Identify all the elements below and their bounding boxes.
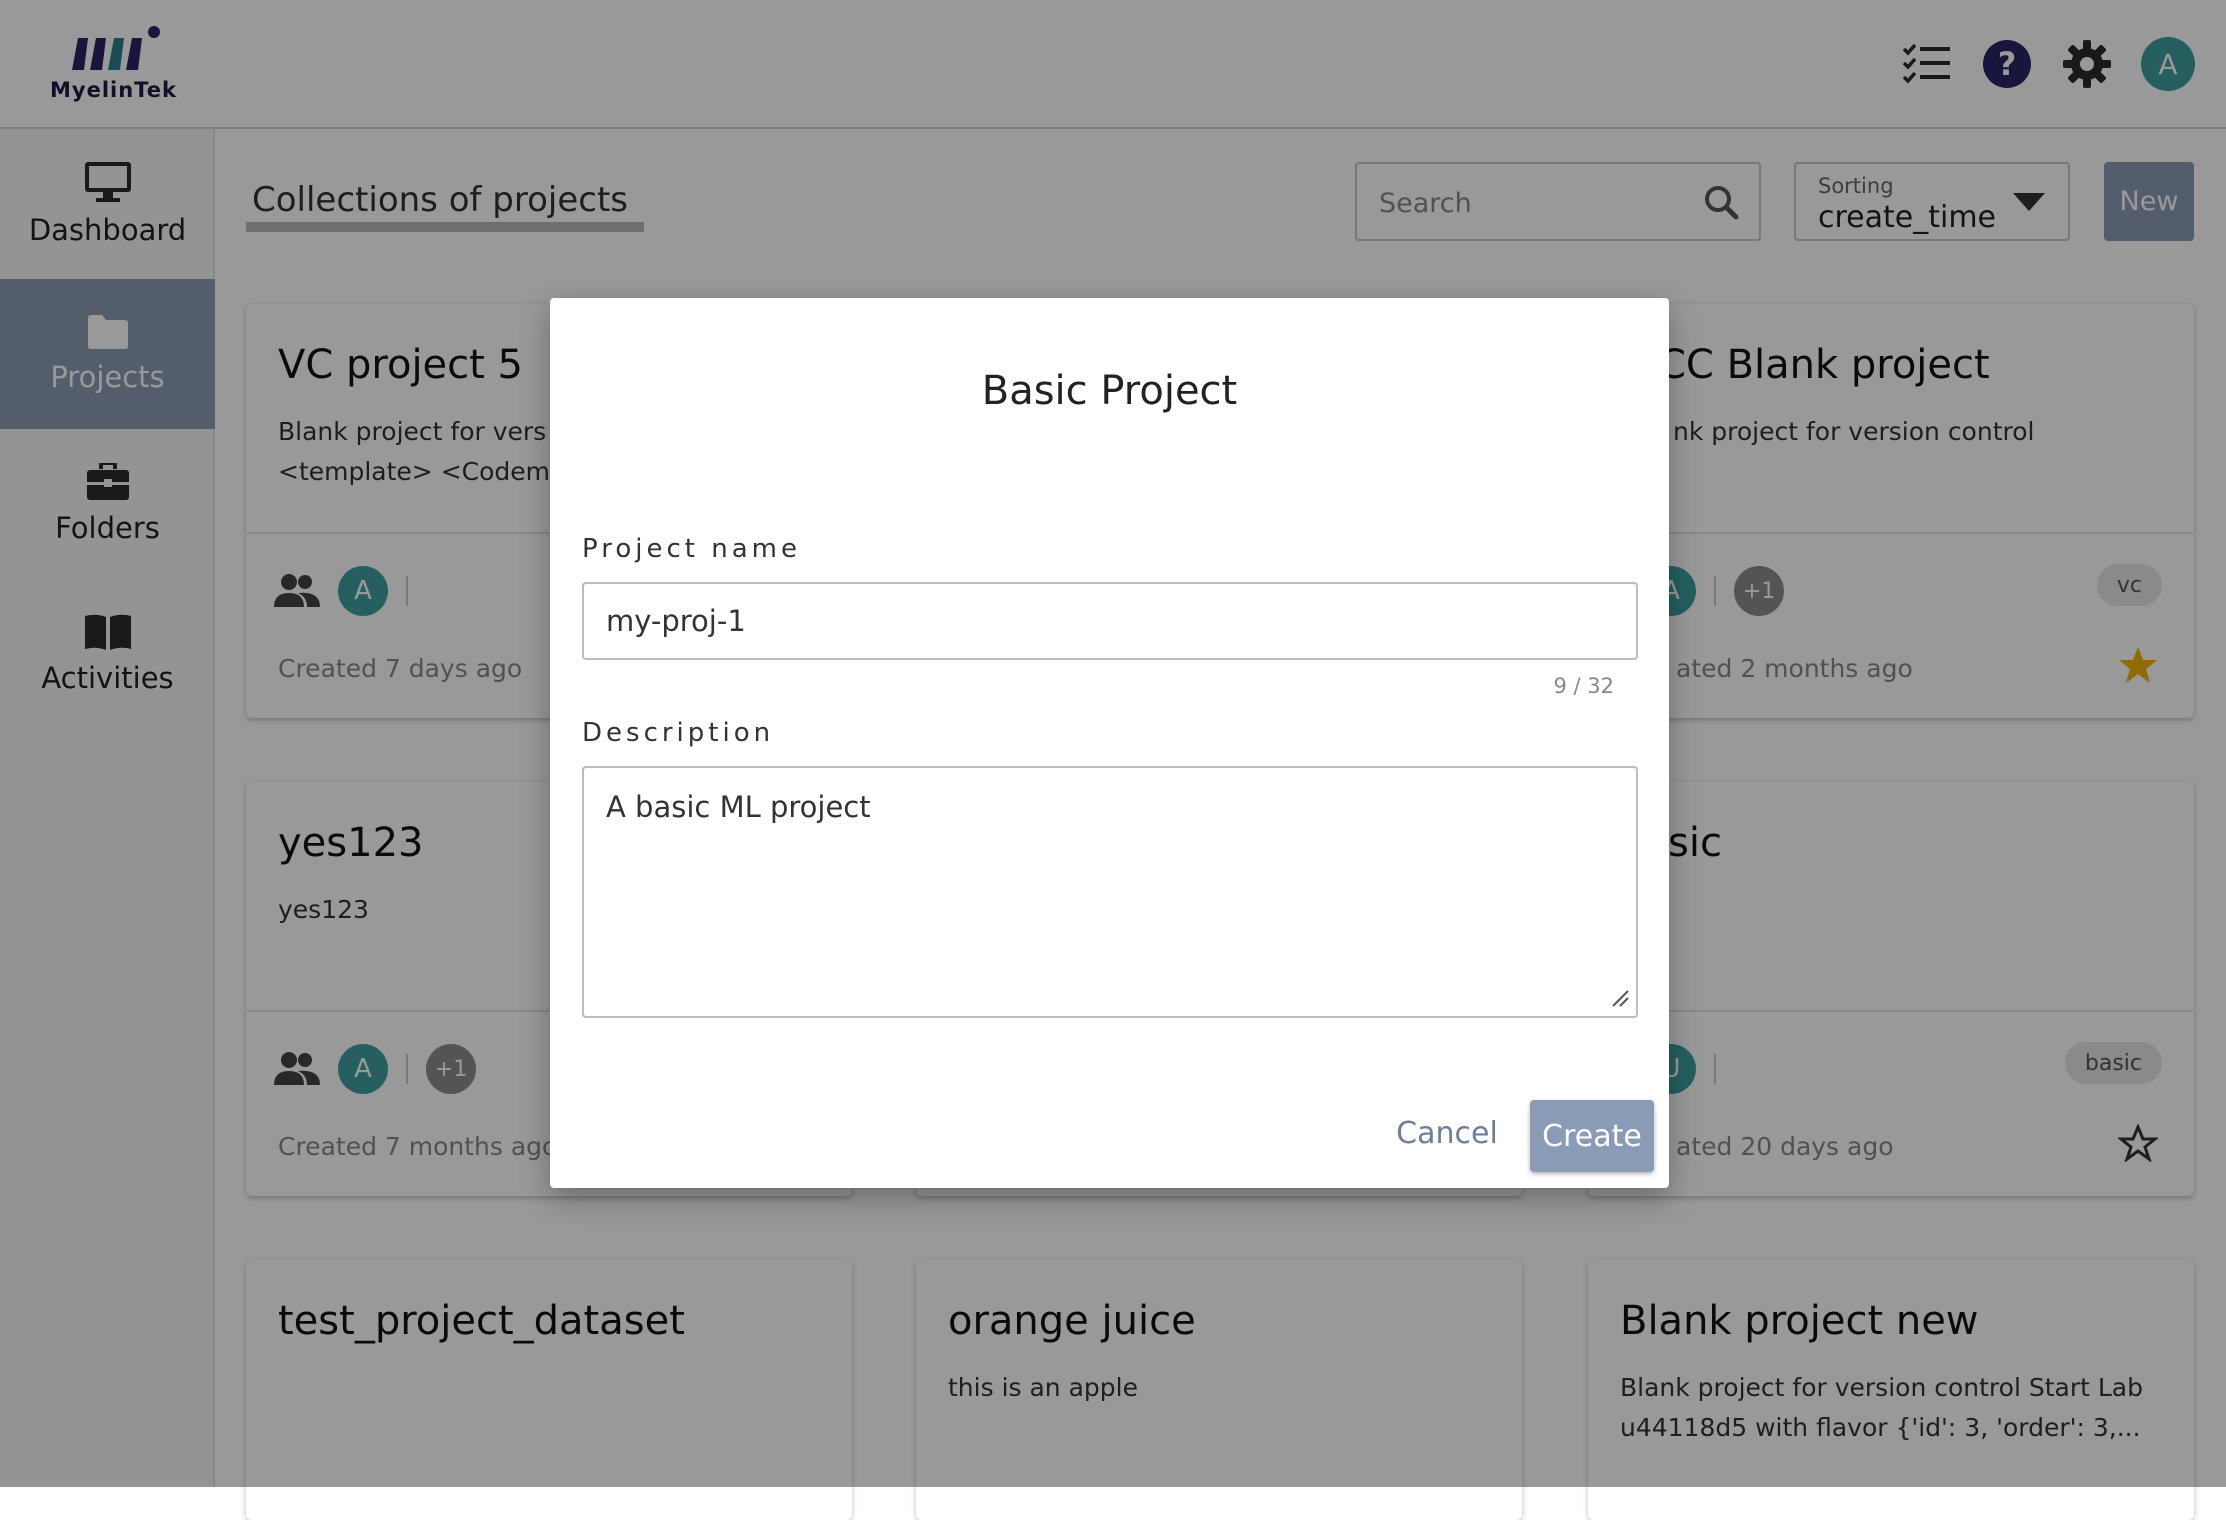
create-button[interactable]: Create <box>1530 1100 1654 1172</box>
description-textarea[interactable]: A basic ML project <box>582 766 1638 1018</box>
create-project-dialog: Basic Project Project name my-proj-1 9 /… <box>550 298 1669 1188</box>
description-text: A basic ML project <box>606 790 871 824</box>
project-name-input[interactable]: my-proj-1 <box>582 582 1638 660</box>
project-name-label: Project name <box>582 534 801 564</box>
character-counter: 9 / 32 <box>1553 674 1614 698</box>
dialog-title: Basic Project <box>981 368 1238 414</box>
resize-handle-icon[interactable] <box>1610 988 1630 1012</box>
cancel-button[interactable]: Cancel <box>1382 1102 1512 1164</box>
description-label: Description <box>582 718 775 748</box>
